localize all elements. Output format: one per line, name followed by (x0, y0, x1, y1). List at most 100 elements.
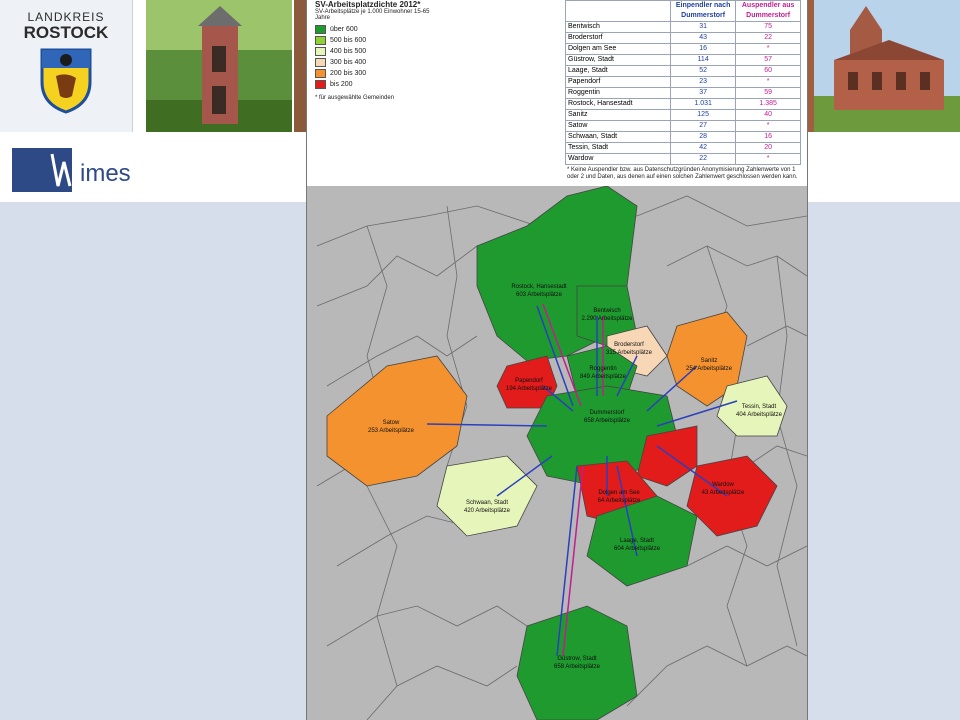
row-municipality: Güstrow, Stadt (565, 54, 671, 66)
label-sanitz: Sanitz (701, 358, 718, 364)
label-wardow-value: 43 Arbeitsplätze (702, 490, 745, 496)
row-einpendler: 125 (669, 109, 737, 121)
map-legend: SV-Arbeitsplatzdichte 2012* SV-Arbeitspl… (315, 0, 435, 101)
legend-subtitle: SV-Arbeitsplätze je 1.000 Einwohner 15-6… (315, 9, 430, 21)
label-papendorf-value: 194 Arbeitsplätze (506, 386, 553, 392)
row-einpendler: 28 (669, 131, 737, 143)
row-municipality: Laage, Stadt (565, 65, 671, 77)
row-einpendler: 114 (669, 54, 737, 66)
row-municipality: Papendorf (565, 76, 671, 88)
legend-item: 300 bis 400 (315, 58, 435, 67)
row-einpendler: 37 (669, 87, 737, 99)
label-dummerstorf: Dummerstorf (590, 410, 625, 416)
label-schwaan: Schwaan, Stadt (466, 500, 508, 506)
table-row: Laage, Stadt 52 60 (565, 65, 801, 77)
label-rostock-value: 603 Arbeitsplätze (516, 292, 563, 298)
row-auspendler: * (735, 76, 801, 88)
table-corner (565, 0, 671, 22)
table-row: Sanitz 125 40 (565, 109, 801, 121)
row-einpendler: 16 (669, 43, 737, 55)
row-einpendler: 27 (669, 120, 737, 132)
header-einpendler: Einpendler nach Dummerstorf (669, 0, 737, 22)
table-row: Dolgen am See 16 * (565, 43, 801, 55)
table-row: Broderstorf 43 22 (565, 32, 801, 44)
row-auspendler: 1.385 (735, 98, 801, 110)
label-schwaan-value: 420 Arbeitsplätze (464, 508, 511, 514)
table-footnote: * Keine Auspendler bzw. aus Datenschutzg… (567, 167, 798, 180)
label-tessin-value: 404 Arbeitsplätze (736, 412, 783, 418)
row-einpendler: 42 (669, 142, 737, 154)
row-einpendler: 52 (669, 65, 737, 77)
table-row: Satow 27 * (565, 120, 801, 132)
photo-tower (146, 0, 292, 132)
label-dummerstorf-value: 658 Arbeitsplätze (584, 418, 631, 424)
row-auspendler: 22 (735, 32, 801, 44)
label-rostock: Rostock, Hansestadt (511, 284, 567, 290)
row-auspendler: 59 (735, 87, 801, 99)
label-bentwisch: Bentwisch (593, 308, 620, 314)
row-einpendler: 1.031 (669, 98, 737, 110)
logo-text: LANDKREIS ROSTOCK (10, 10, 122, 42)
commuter-table: Einpendler nach Dummerstorf Auspendler a… (565, 0, 807, 183)
row-municipality: Broderstorf (565, 32, 671, 44)
label-satow: Satow (383, 420, 400, 426)
map-document: SV-Arbeitsplatzdichte 2012* SV-Arbeitspl… (306, 0, 808, 720)
row-municipality: Roggentin (565, 87, 671, 99)
label-broderstorf: Broderstorf (614, 342, 644, 348)
landkreis-logo: LANDKREIS ROSTOCK (0, 0, 133, 132)
row-municipality: Wardow (565, 153, 671, 165)
row-auspendler: 20 (735, 142, 801, 154)
row-auspendler: * (735, 43, 801, 55)
table-row: Wardow 22 * (565, 153, 801, 165)
label-laage-value: 604 Arbeitsplätze (614, 546, 661, 552)
row-einpendler: 22 (669, 153, 737, 165)
label-bentwisch-value: 2.290 Arbeitsplätze (581, 316, 633, 322)
label-dolgen: Dolgen am See (598, 490, 640, 496)
photo-street (294, 0, 306, 132)
legend-item: 200 bis 300 (315, 69, 435, 78)
row-auspendler: 16 (735, 131, 801, 143)
district-map: Rostock, Hansestadt 603 Arbeitsplätze Be… (307, 186, 807, 720)
table-row: Güstrow, Stadt 114 57 (565, 54, 801, 66)
label-papendorf: Papendorf (515, 378, 543, 384)
label-laage: Laage, Stadt (620, 538, 654, 544)
label-roggentin-value: 849 Arbeitsplätze (580, 374, 627, 380)
row-einpendler: 23 (669, 76, 737, 88)
label-tessin: Tessin, Stadt (742, 404, 777, 410)
row-municipality: Satow (565, 120, 671, 132)
legend-note: * für ausgewählte Gemeinden (315, 95, 395, 101)
row-municipality: Rostock, Hansestadt (565, 98, 671, 110)
table-row: Rostock, Hansestadt 1.031 1.385 (565, 98, 801, 110)
label-sanitz-value: 254 Arbeitsplätze (686, 366, 733, 372)
legend-item: 500 bis 600 (315, 36, 435, 45)
table-row: Tessin, Stadt 42 20 (565, 142, 801, 154)
label-guestrow: Güstrow, Stadt (557, 656, 597, 662)
logo-line2: ROSTOCK (23, 23, 109, 42)
row-municipality: Schwaan, Stadt (565, 131, 671, 143)
row-municipality: Tessin, Stadt (565, 142, 671, 154)
row-auspendler: 57 (735, 54, 801, 66)
label-dolgen-value: 64 Arbeitsplätze (598, 498, 641, 504)
table-row: Papendorf 23 * (565, 76, 801, 88)
table-row: Bentwisch 31 75 (565, 21, 801, 33)
row-municipality: Dolgen am See (565, 43, 671, 55)
row-einpendler: 31 (669, 21, 737, 33)
table-row: Roggentin 37 59 (565, 87, 801, 99)
row-auspendler: * (735, 120, 801, 132)
row-auspendler: 40 (735, 109, 801, 121)
legend-title: SV-Arbeitsplatzdichte 2012* (315, 0, 421, 9)
row-auspendler: 75 (735, 21, 801, 33)
wimes-mark-icon (12, 148, 72, 192)
coat-of-arms-icon (40, 48, 92, 114)
label-guestrow-value: 658 Arbeitsplätze (554, 664, 601, 670)
legend-item: 400 bis 500 (315, 47, 435, 56)
legend-item: bis 200 (315, 80, 435, 89)
photo-monastery (814, 0, 960, 132)
logo-line1: LANDKREIS (27, 10, 105, 24)
row-auspendler: 60 (735, 65, 801, 77)
label-roggentin: Roggentin (589, 366, 616, 372)
legend-item: über 600 (315, 25, 435, 34)
row-municipality: Sanitz (565, 109, 671, 121)
label-wardow: Wardow (712, 482, 734, 488)
row-einpendler: 43 (669, 32, 737, 44)
